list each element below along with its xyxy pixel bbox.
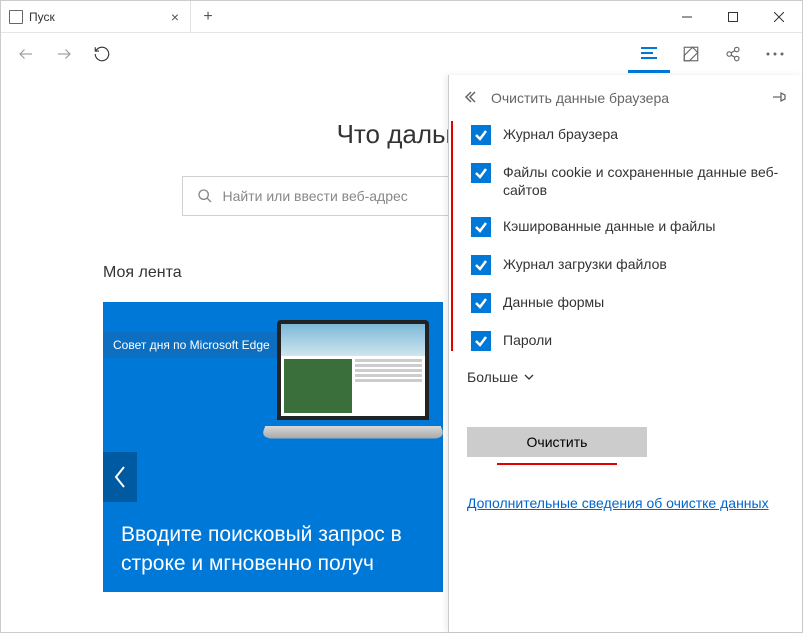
clear-data-panel: Очистить данные браузера Журнал браузера… — [448, 75, 802, 632]
show-more-toggle[interactable]: Больше — [467, 369, 802, 385]
tab-title: Пуск — [29, 10, 168, 24]
forward-button[interactable] — [45, 35, 83, 73]
maximize-button[interactable] — [710, 1, 756, 32]
panel-body: Журнал браузера Файлы cookie и сохраненн… — [451, 121, 802, 351]
panel-back-button[interactable] — [463, 90, 477, 107]
back-button[interactable] — [7, 35, 45, 73]
checkbox-icon — [471, 331, 491, 351]
page-content: Что дальш Найти или ввести веб-адрес Моя… — [1, 75, 802, 632]
refresh-button[interactable] — [83, 35, 121, 73]
checkbox-form-data[interactable]: Данные формы — [471, 293, 784, 313]
more-button[interactable] — [754, 35, 796, 73]
close-window-button[interactable] — [756, 1, 802, 32]
checkbox-browsing-history[interactable]: Журнал браузера — [471, 125, 784, 145]
checkbox-icon — [471, 255, 491, 275]
tip-badge: Совет дня по Microsoft Edge — [103, 332, 280, 358]
minimize-button[interactable] — [664, 1, 710, 32]
carousel-prev-button[interactable] — [103, 452, 137, 502]
panel-title: Очистить данные браузера — [491, 90, 669, 106]
checkbox-icon — [471, 293, 491, 313]
checkbox-cookies[interactable]: Файлы cookie и сохраненные данные веб-са… — [471, 163, 784, 199]
checkbox-downloads[interactable]: Журнал загрузки файлов — [471, 255, 784, 275]
clear-button[interactable]: Очистить — [467, 427, 647, 457]
learn-more-link[interactable]: Дополнительные сведения об очистке данны… — [467, 495, 802, 511]
checkbox-icon — [471, 217, 491, 237]
laptop-illustration — [263, 320, 443, 460]
feed-card[interactable]: Совет дня по Microsoft Edge Вводите поис… — [103, 302, 443, 592]
page-icon — [9, 10, 23, 24]
panel-header: Очистить данные браузера — [449, 75, 802, 121]
checkbox-icon — [471, 163, 491, 183]
checkbox-cached[interactable]: Кэшированные данные и файлы — [471, 217, 784, 237]
hub-button[interactable] — [628, 35, 670, 73]
checkbox-icon — [471, 125, 491, 145]
titlebar: Пуск × + — [1, 1, 802, 33]
card-text: Вводите поисковый запрос в строке и мгно… — [121, 521, 433, 578]
search-icon — [197, 188, 213, 204]
new-tab-button[interactable]: + — [191, 1, 225, 32]
search-placeholder: Найти или ввести веб-адрес — [223, 188, 408, 204]
pin-icon[interactable] — [772, 90, 788, 107]
close-tab-icon[interactable]: × — [168, 10, 182, 24]
share-button[interactable] — [712, 35, 754, 73]
webnote-button[interactable] — [670, 35, 712, 73]
checkbox-passwords[interactable]: Пароли — [471, 331, 784, 351]
highlight-underline — [497, 463, 617, 465]
browser-tab[interactable]: Пуск × — [1, 1, 191, 32]
toolbar — [1, 33, 802, 75]
chevron-down-icon — [524, 374, 534, 380]
